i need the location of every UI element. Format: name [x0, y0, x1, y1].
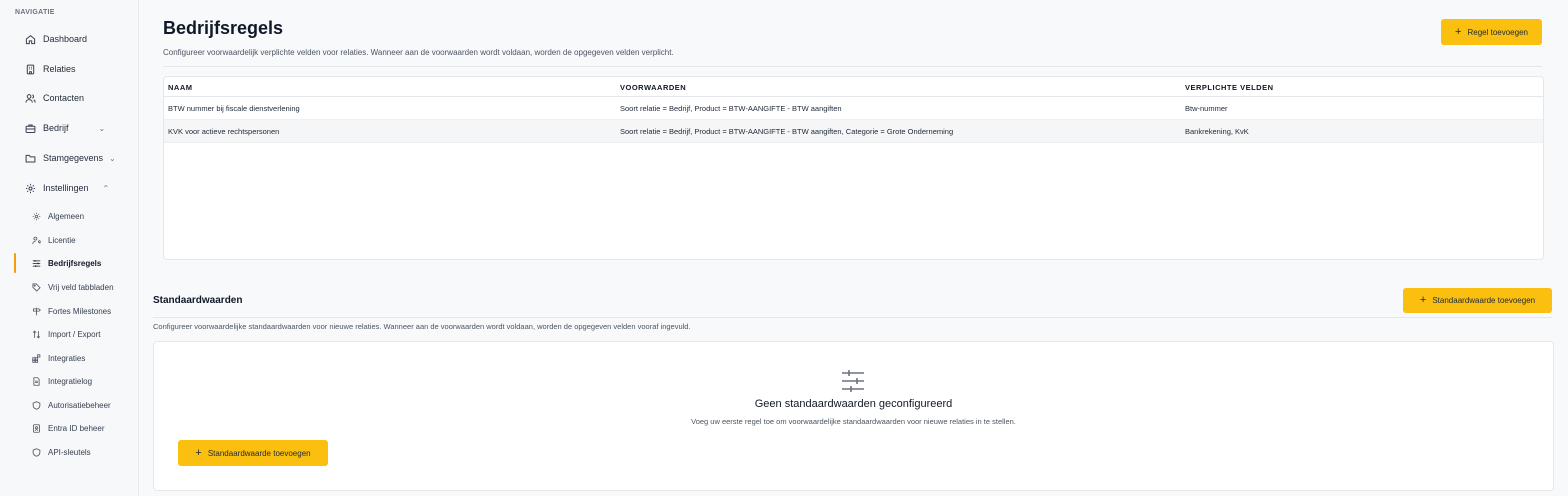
- cell-voorwaarden: Soort relatie = Bedrijf, Product = BTW-A…: [620, 127, 954, 136]
- table-row[interactable]: BTW nummer bij fiscale dienstverlening S…: [164, 97, 1543, 120]
- sidebar-item-label: Contacten: [43, 93, 85, 103]
- sidebar-item-label: Stamgegevens: [43, 153, 104, 163]
- user-key-icon: [31, 235, 41, 245]
- sidebar-subitem-label: Import / Export: [48, 329, 101, 339]
- sliders-icon: [842, 370, 864, 392]
- plus-icon: +: [1419, 294, 1427, 306]
- signpost-icon: [31, 306, 41, 316]
- empty-state-description: Voeg uw eerste regel toe om voorwaardeli…: [691, 417, 1016, 426]
- folder-icon: [24, 152, 36, 164]
- sidebar-item-contacten[interactable]: Contacten: [24, 88, 84, 108]
- sidebar-subitem-bedrijfsregels[interactable]: Bedrijfsregels: [31, 254, 101, 272]
- gear-icon: [24, 182, 36, 194]
- sidebar-subitem-label: Autorisatiebeheer: [48, 400, 111, 410]
- sidebar-subitem-integraties[interactable]: Integraties: [31, 349, 85, 367]
- arrows-updown-icon: [31, 329, 41, 339]
- id-card-icon: [31, 423, 41, 433]
- cell-voorwaarden: Soort relatie = Bedrijf, Product = BTW-A…: [620, 104, 842, 113]
- divider: [163, 66, 1542, 67]
- nav-title: NAVIGATIE: [15, 9, 55, 16]
- sidebar-item-stamgegevens[interactable]: Stamgegevens ⌄: [24, 148, 116, 168]
- page-title: Bedrijfsregels: [163, 18, 284, 38]
- cell-naam: BTW nummer bij fiscale dienstverlening: [168, 104, 300, 113]
- add-rule-label: Regel toevoegen: [1467, 27, 1528, 37]
- plus-icon: +: [1455, 25, 1462, 38]
- sidebar-subitem-entra-id-beheer[interactable]: Entra ID beheer: [31, 419, 104, 437]
- sidebar-item-instellingen[interactable]: Instellingen ⌃: [24, 178, 109, 198]
- sidebar-subitem-licentie[interactable]: Licentie: [31, 231, 76, 249]
- divider: [153, 317, 1552, 318]
- cell-velden: Btw-nummer: [1185, 104, 1228, 113]
- section-title: Standaardwaarden: [153, 295, 243, 306]
- sidebar-item-label: Relaties: [43, 64, 76, 74]
- sidebar-subitem-label: Fortes Milestones: [48, 306, 112, 316]
- sidebar: NAVIGATIE Dashboard Relaties Contacten B…: [0, 0, 139, 496]
- users-icon: [24, 92, 36, 104]
- home-icon: [24, 33, 36, 45]
- empty-add-default-label: Standaardwaarde toevoegen: [207, 448, 311, 458]
- rules-table: NAAM VOORWAARDEN VERPLICHTE VELDEN BTW n…: [163, 76, 1544, 260]
- table-header: NAAM VOORWAARDEN VERPLICHTE VELDEN: [164, 77, 1543, 97]
- sidebar-subitem-fortes-milestones[interactable]: Fortes Milestones: [31, 302, 111, 320]
- plus-icon: +: [195, 446, 202, 459]
- sidebar-subitem-algemeen[interactable]: Algemeen: [31, 207, 84, 225]
- section-description: Configureer voorwaardelijke standaardwaa…: [153, 322, 691, 331]
- cell-velden: Bankrekening, KvK: [1185, 127, 1249, 136]
- sidebar-subitem-label: Vrij veld tabbladen: [48, 282, 114, 292]
- sidebar-item-dashboard[interactable]: Dashboard: [24, 29, 87, 49]
- sidebar-subitem-label: Algemeen: [48, 211, 85, 221]
- sidebar-subitem-label: Bedrijfsregels: [48, 258, 102, 268]
- page-description: Configureer voorwaardelijk verplichte ve…: [163, 48, 674, 57]
- shield-icon: [31, 400, 41, 410]
- sidebar-subitem-label: Integraties: [48, 353, 86, 363]
- main-content: Bedrijfsregels Configureer voorwaardelij…: [139, 0, 1568, 496]
- column-header-naam: NAAM: [168, 83, 193, 92]
- sidebar-subitem-api-sleutels[interactable]: API-sleutels: [31, 443, 91, 461]
- sidebar-item-bedrijf[interactable]: Bedrijf ⌄: [24, 118, 105, 138]
- column-header-verplichte-velden: VERPLICHTE VELDEN: [1185, 83, 1274, 92]
- building-icon: [24, 63, 36, 75]
- empty-state: Geen standaardwaarden geconfigureerd Voe…: [153, 341, 1554, 491]
- sidebar-subitem-label: Entra ID beheer: [48, 423, 105, 433]
- sidebar-subitem-autorisatiebeheer[interactable]: Autorisatiebeheer: [31, 396, 111, 414]
- sidebar-item-label: Dashboard: [43, 34, 88, 44]
- sidebar-subitem-label: Integratielog: [48, 376, 93, 386]
- active-indicator: [14, 253, 16, 273]
- sidebar-item-relaties[interactable]: Relaties: [24, 59, 76, 79]
- empty-add-default-button[interactable]: + Standaardwaarde toevoegen: [178, 440, 328, 466]
- file-text-icon: [31, 376, 41, 386]
- sidebar-item-label: Instellingen: [43, 183, 89, 193]
- shield-icon: [31, 447, 41, 457]
- chevron-up-icon: ⌃: [102, 183, 110, 193]
- sidebar-item-label: Bedrijf: [43, 123, 69, 133]
- cell-naam: KVK voor actieve rechtspersonen: [168, 127, 280, 136]
- sidebar-subitem-label: Licentie: [48, 235, 76, 245]
- sidebar-subitem-import-export[interactable]: Import / Export: [31, 325, 100, 343]
- column-header-voorwaarden: VOORWAARDEN: [620, 83, 687, 92]
- sliders-icon: [31, 258, 41, 268]
- table-row[interactable]: KVK voor actieve rechtspersonen Soort re…: [164, 120, 1543, 143]
- chevron-down-icon: ⌄: [98, 123, 106, 133]
- sidebar-subitem-label: API-sleutels: [48, 447, 91, 457]
- add-default-button[interactable]: + Standaardwaarde toevoegen: [1403, 288, 1552, 313]
- add-default-label: Standaardwaarde toevoegen: [1432, 296, 1536, 305]
- add-rule-button[interactable]: + Regel toevoegen: [1441, 19, 1542, 45]
- gear-icon: [31, 211, 41, 221]
- empty-state-title: Geen standaardwaarden geconfigureerd: [754, 398, 953, 410]
- sidebar-subitem-vrij-veld-tabbladen[interactable]: Vrij veld tabbladen: [31, 278, 114, 296]
- briefcase-icon: [24, 122, 36, 134]
- blocks-icon: [31, 353, 41, 363]
- chevron-down-icon: ⌄: [109, 153, 116, 163]
- tag-icon: [31, 282, 41, 292]
- sidebar-subitem-integratielog[interactable]: Integratielog: [31, 372, 92, 390]
